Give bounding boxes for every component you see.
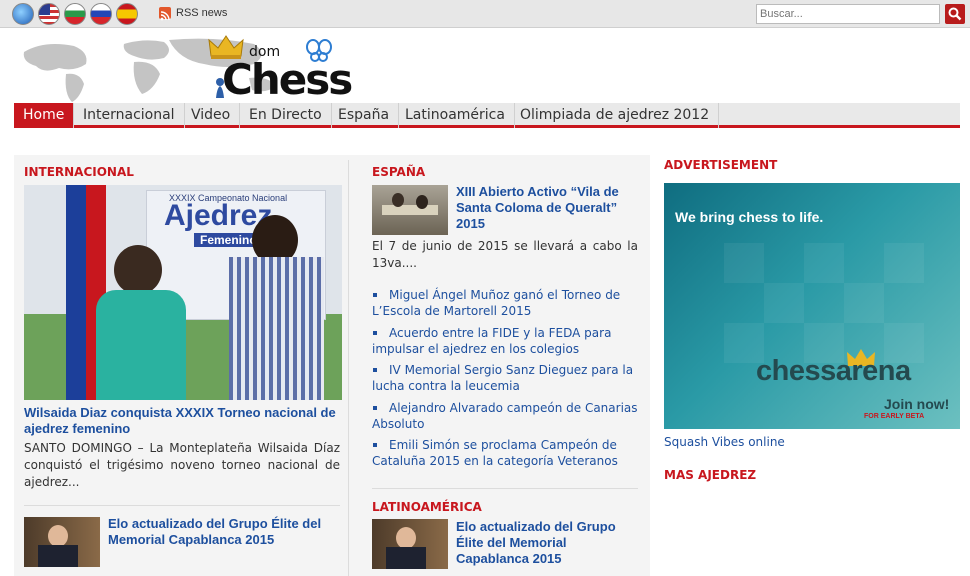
feature-text: SANTO DOMINGO – La Monteplateña Wilsaida…: [24, 441, 340, 489]
column-divider: [348, 160, 349, 576]
section-title-internacional[interactable]: INTERNACIONAL: [24, 165, 134, 179]
espana-item-3[interactable]: IV Memorial Sergio Sanz Dieguez para la …: [372, 362, 638, 394]
feature-headline[interactable]: Wilsaida Diaz conquista XXXIX Torneo nac…: [24, 405, 344, 437]
nav-home[interactable]: Home: [14, 103, 74, 128]
ad-brand: chessarena: [756, 355, 911, 387]
espana-thumbnail[interactable]: [372, 185, 448, 235]
bulgaria-flag-icon[interactable]: [64, 3, 86, 25]
espana-item-5[interactable]: Emili Simón se proclama Campeón de Catal…: [372, 437, 638, 469]
espana-lead-text: El 7 de junio de 2015 se llevará a cabo …: [372, 239, 638, 270]
ad-tagline: We bring chess to life.: [675, 209, 824, 225]
search-input[interactable]: [756, 4, 940, 24]
spain-flag-icon[interactable]: [116, 3, 138, 25]
second-headline[interactable]: Elo actualizado del Grupo Élite del Memo…: [108, 516, 340, 548]
nav-video[interactable]: Video: [182, 103, 241, 128]
section-title-latinoamerica[interactable]: LATINOAMÉRICA: [372, 500, 482, 514]
rss-icon[interactable]: [159, 7, 171, 21]
search-button[interactable]: [945, 4, 965, 24]
espana-lead-headline[interactable]: XIII Abierto Activo “Vila de Santa Colom…: [456, 184, 636, 232]
rss-link[interactable]: RSS news: [176, 7, 227, 19]
ad-cta: Join now!: [884, 396, 950, 412]
ad-link[interactable]: Squash Vibes online: [664, 434, 785, 450]
main-nav: Home Internacional Video En Directo Espa…: [14, 103, 960, 128]
espana-item-1[interactable]: Miguel Ángel Muñoz ganó el Torneo de L’E…: [372, 287, 638, 319]
search-icon: [948, 7, 962, 21]
advertisement-title: ADVERTISEMENT: [664, 158, 778, 172]
divider: [24, 505, 340, 506]
nav-espana[interactable]: España: [329, 103, 400, 128]
chessarena-ad-banner[interactable]: We bring chess to life. chessarena Join …: [664, 183, 960, 429]
latinoamerica-lead-headline[interactable]: Elo actualizado del Grupo Élite del Memo…: [456, 519, 636, 567]
nav-olimpiada[interactable]: Olimpiada de ajedrez 2012: [511, 103, 720, 128]
section-title-espana[interactable]: ESPAÑA: [372, 165, 425, 179]
globe-icon[interactable]: [12, 3, 34, 25]
nav-en-directo[interactable]: En Directo: [240, 103, 332, 128]
us-flag-icon[interactable]: [38, 3, 60, 25]
feature-image[interactable]: XXXIX Campeonato Nacional Ajedrez Femeni…: [24, 185, 342, 400]
ad-cta-small: FOR EARLY BETA: [864, 413, 925, 420]
russia-flag-icon[interactable]: [90, 3, 112, 25]
espana-item-4[interactable]: Alejandro Alvarado campeón de Canarias A…: [372, 400, 638, 432]
espana-item-2[interactable]: Acuerdo entre la FIDE y la FEDA para imp…: [372, 325, 638, 357]
mas-ajedrez-title: MAS AJEDREZ: [664, 468, 757, 482]
nav-internacional[interactable]: Internacional: [74, 103, 185, 128]
article-thumbnail[interactable]: [24, 517, 100, 567]
latinoamerica-thumbnail[interactable]: [372, 519, 448, 569]
divider: [372, 488, 638, 489]
nav-latinoamerica[interactable]: Latinoamérica: [396, 103, 515, 128]
logo-chess-text[interactable]: Chess: [222, 56, 353, 104]
top-bar: RSS news: [0, 0, 970, 28]
